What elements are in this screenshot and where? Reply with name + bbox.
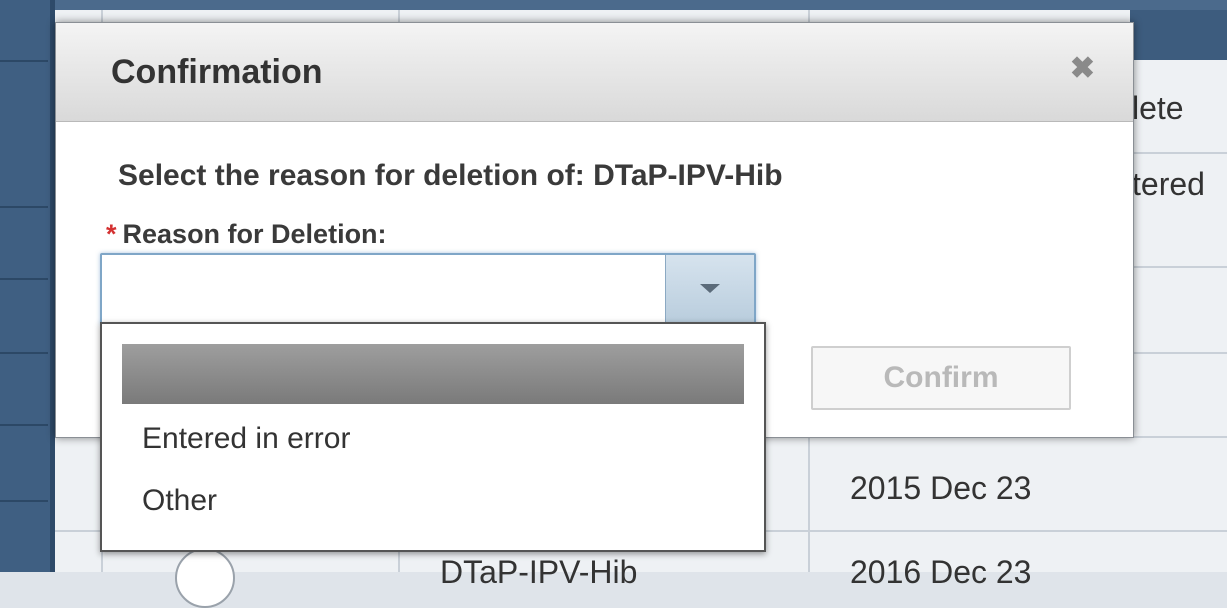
- reason-label-text: Reason for Deletion:: [122, 219, 387, 249]
- dropdown-option-label: Entered in error: [142, 422, 351, 455]
- deletion-prompt: Select the reason for deletion of: DTaP-…: [118, 159, 783, 192]
- rail-cell: [0, 206, 48, 278]
- table-header-corner: [1130, 10, 1227, 60]
- close-icon[interactable]: ✖: [1070, 51, 1095, 86]
- table-cell-date: 2015 Dec 23: [850, 470, 1032, 506]
- dropdown-option-label: Other: [142, 484, 218, 517]
- reason-select[interactable]: [100, 253, 756, 325]
- reason-field-label: * Reason for Deletion:: [106, 219, 387, 250]
- dialog-header: Confirmation ✖: [56, 23, 1133, 122]
- dropdown-option-entered-in-error[interactable]: Entered in error: [102, 410, 764, 470]
- table-cell-date: 2016 Dec 23: [850, 554, 1032, 590]
- rail-cell: [0, 500, 48, 572]
- dropdown-toggle-button[interactable]: [665, 255, 754, 323]
- left-rail: [0, 0, 50, 572]
- page-top-strip: [0, 0, 1227, 10]
- dropdown-option-other[interactable]: Other: [102, 474, 764, 534]
- rail-cell: [0, 60, 48, 132]
- chevron-down-icon: [700, 284, 720, 293]
- dropdown-option-blank[interactable]: [122, 344, 744, 404]
- table-header-cell: lete: [1132, 90, 1184, 126]
- table-cell-vaccine: DTaP-IPV-Hib: [440, 554, 638, 590]
- confirm-button[interactable]: Confirm: [811, 346, 1071, 410]
- required-marker: *: [106, 219, 117, 249]
- rail-cell: [0, 278, 48, 350]
- table-cell: tered: [1132, 166, 1205, 202]
- rail-cell: [0, 424, 48, 496]
- row-radio-button[interactable]: [175, 548, 235, 608]
- dialog-title: Confirmation: [111, 53, 323, 91]
- rail-cell: [0, 352, 48, 424]
- reason-dropdown-list: Entered in error Other: [100, 322, 766, 552]
